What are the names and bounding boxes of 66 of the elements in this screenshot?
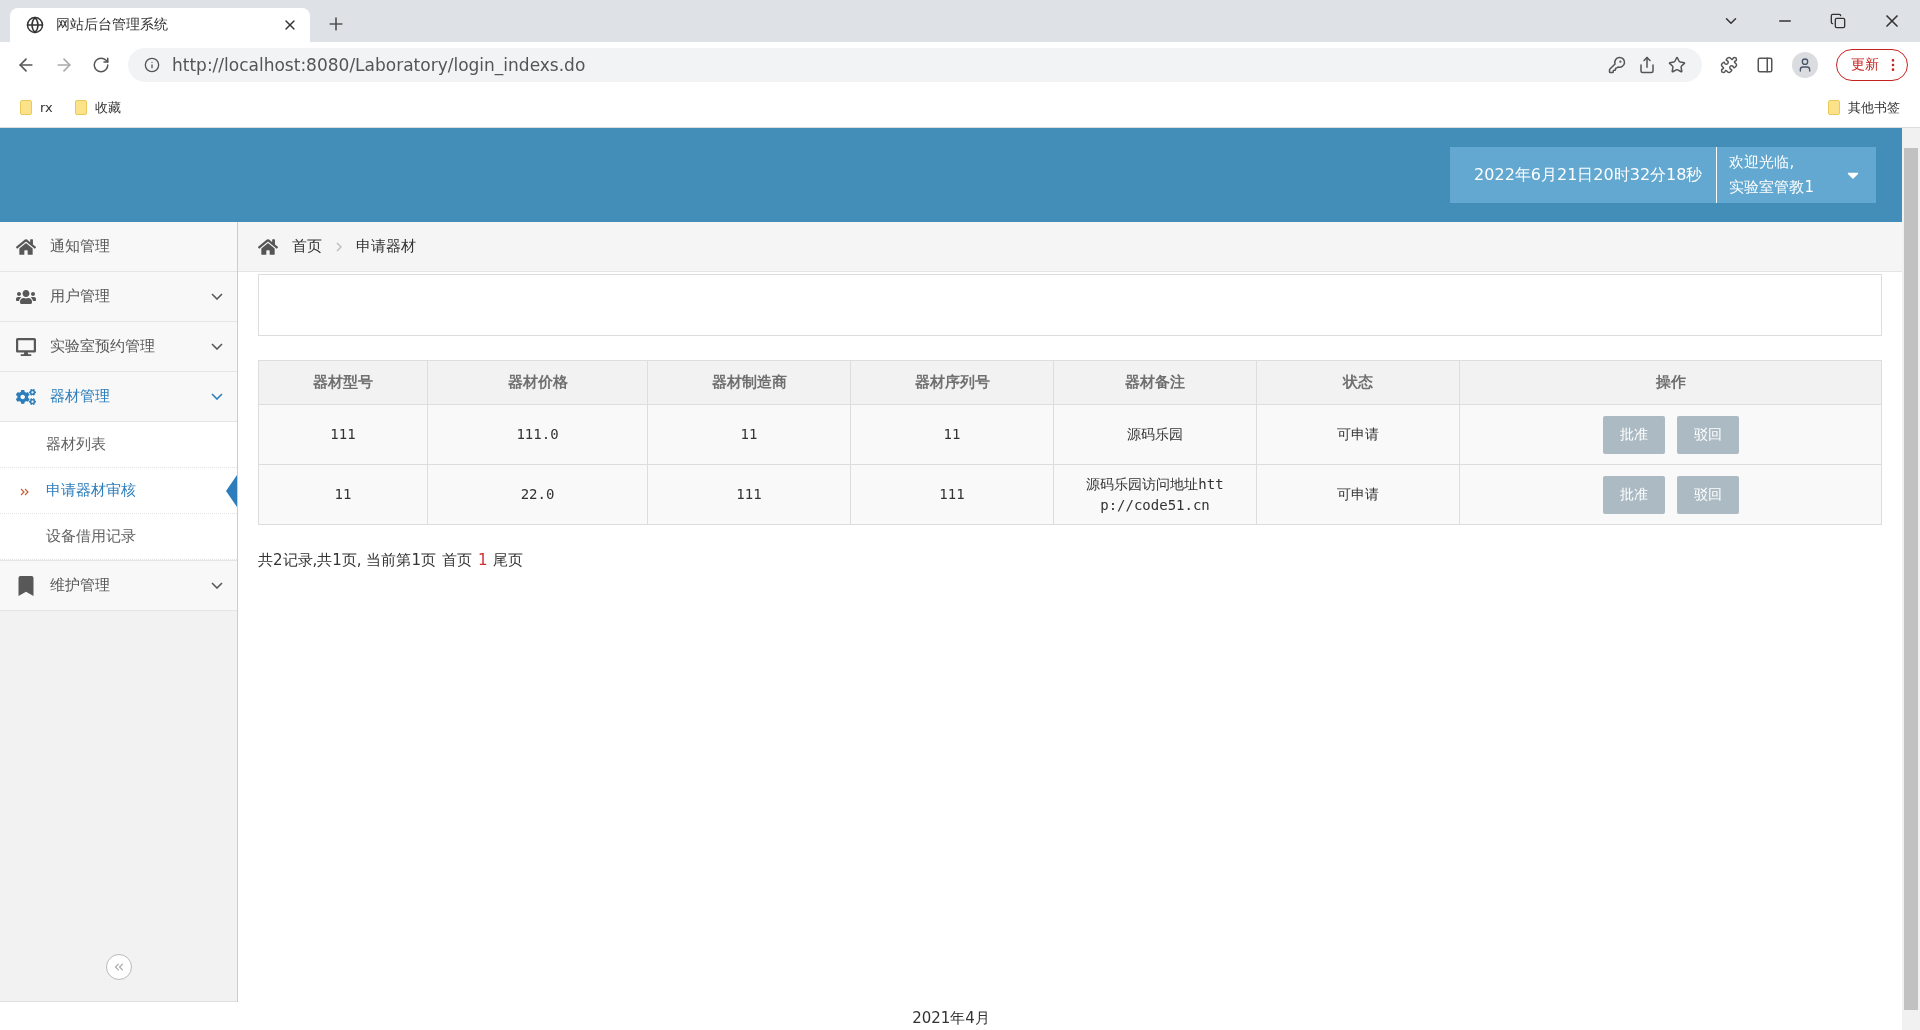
column-header: 器材序列号: [850, 360, 1054, 405]
table-cell: 源码乐园: [1053, 404, 1257, 465]
table-cell: 111: [850, 464, 1054, 525]
chevron-right-icon: [336, 241, 342, 252]
breadcrumb-item[interactable]: 首页: [292, 237, 322, 256]
submenu-item[interactable]: 器材列表: [0, 422, 237, 468]
bookmark-link[interactable]: rx: [40, 100, 53, 115]
reload-icon[interactable]: [92, 56, 110, 74]
welcome-text: 欢迎光临,: [1729, 153, 1796, 172]
monitor-icon: [16, 336, 36, 357]
update-button[interactable]: 更新: [1836, 49, 1908, 81]
restore-icon[interactable]: [1830, 13, 1846, 29]
column-header: 器材备注: [1053, 360, 1257, 405]
column-header: 器材制造商: [647, 360, 851, 405]
folder-icon: [74, 100, 87, 115]
profile-avatar[interactable]: [1792, 52, 1818, 78]
column-header: 操作: [1459, 360, 1882, 405]
column-header: 器材价格: [427, 360, 648, 405]
bookmark-icon: [16, 575, 36, 596]
table-cell: 11: [258, 464, 428, 525]
first-page-link[interactable]: 首页: [441, 551, 472, 570]
scrollbar[interactable]: [1902, 128, 1920, 1030]
table-cell: 可申请: [1256, 464, 1460, 525]
last-page-link[interactable]: 尾页: [493, 551, 524, 570]
sidebar-item[interactable]: 用户管理: [0, 272, 237, 322]
tab-title: 网站后台管理系统: [56, 16, 169, 34]
globe-icon: [26, 16, 44, 34]
breadcrumb-item: 申请器材: [356, 237, 416, 256]
info-icon[interactable]: [144, 57, 160, 73]
submenu-item[interactable]: 设备借用记录: [0, 514, 237, 560]
folder-icon: [1828, 100, 1840, 115]
home-icon: [258, 236, 278, 257]
browser-tab[interactable]: 网站后台管理系统: [10, 8, 310, 42]
key-icon[interactable]: [1608, 56, 1626, 74]
star-icon[interactable]: [1668, 56, 1686, 74]
submenu-item[interactable]: 申请器材审核: [0, 468, 237, 514]
bookmark-link[interactable]: 其他书签: [1848, 98, 1900, 117]
datetime-text: 2022年6月21日20时32分18秒: [1450, 147, 1718, 203]
table-cell: 111.0: [427, 404, 648, 465]
table-cell: 可申请: [1256, 404, 1460, 465]
sidebar-item[interactable]: 器材管理: [0, 372, 237, 422]
url-text: http://localhost:8080/Laboratory/login_indexs.do: [172, 55, 587, 75]
share-icon[interactable]: [1638, 56, 1656, 74]
gears-icon: [16, 386, 36, 407]
table-cell: 111: [647, 464, 851, 525]
pagination-summary: 共2记录,共1页, 当前第1页: [258, 551, 436, 570]
address-bar[interactable]: http://localhost:8080/Laboratory/login_indexs.do: [128, 48, 1702, 82]
table-cell: 111: [258, 404, 428, 465]
sidebar-item[interactable]: 维护管理: [0, 561, 237, 611]
bookmark-link[interactable]: 收藏: [94, 98, 121, 117]
table-cell: 11: [850, 404, 1054, 465]
double-chevron-icon: [20, 487, 29, 496]
folder-icon: [20, 100, 32, 115]
page-link[interactable]: 1: [477, 551, 488, 570]
side-panel-icon[interactable]: [1756, 56, 1774, 74]
user-name: 实验室管教1: [1729, 178, 1814, 197]
table-cell: 22.0: [427, 464, 648, 525]
house-icon: [16, 236, 36, 257]
sidebar-item[interactable]: 通知管理: [0, 222, 237, 272]
table-cell: 源码乐园访问地址http://code51.cn: [1053, 464, 1257, 525]
puzzle-icon[interactable]: [1720, 56, 1738, 74]
table-cell: 11: [647, 404, 851, 465]
column-header: 器材型号: [258, 360, 428, 405]
column-header: 状态: [1256, 360, 1460, 405]
footer-text: 2021年4月: [912, 1009, 990, 1027]
sidebar-item[interactable]: 实验室预约管理: [0, 322, 237, 372]
